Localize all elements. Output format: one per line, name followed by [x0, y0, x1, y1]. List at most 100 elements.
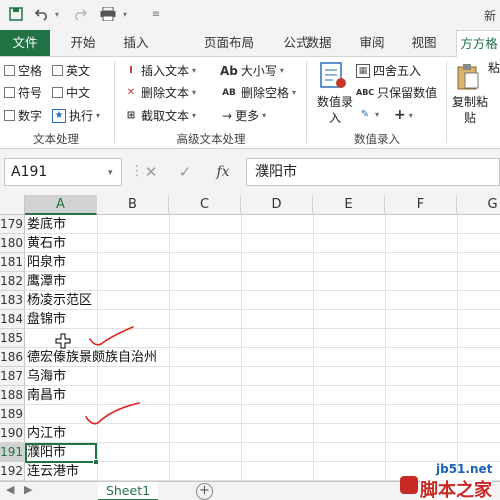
cell-grid[interactable]: 娄底市 黄石市 阳泉市 鹰潭市 杨凌示范区 盘锦市 德宏傣族景颇族自治州 乌海市… [25, 215, 500, 481]
tab-page-layout[interactable]: 页面布局 [196, 30, 262, 56]
more-button[interactable]: → 更多 ▾ [222, 107, 266, 124]
column-header-f[interactable]: F [385, 195, 457, 215]
chevron-down-icon: ▾ [279, 66, 284, 75]
chevron-down-icon: ▾ [192, 88, 197, 97]
copy-paste-button[interactable]: 复制粘贴 [452, 94, 488, 126]
add-sheet-button[interactable]: + [196, 483, 213, 500]
column-header-b[interactable]: B [97, 195, 169, 215]
checkbox-english[interactable]: 英文 [52, 62, 90, 79]
column-header-c[interactable]: C [169, 195, 241, 215]
table-cell[interactable]: 鹰潭市 [27, 272, 66, 291]
group-label-advanced-text: 高级文本处理 [176, 132, 246, 146]
extract-text-button[interactable]: ⊞ 截取文本 ▾ [124, 107, 196, 124]
undo-dropdown-icon[interactable]: ▾ [52, 4, 62, 24]
row-header[interactable]: 186 [0, 348, 25, 367]
name-box[interactable]: A191 [4, 158, 122, 186]
table-cell[interactable]: 娄底市 [27, 215, 66, 234]
select-all-corner[interactable] [0, 195, 25, 215]
formula-bar: A191 ▾ ⋮ ✕ ✓ fx 濮阳市 [0, 149, 500, 195]
tab-view[interactable]: 视图 [406, 30, 442, 56]
tab-data[interactable]: 数据 [299, 30, 339, 56]
cancel-formula-button[interactable]: ✕ [138, 158, 164, 186]
tab-fangfangge[interactable]: 方方格 [456, 30, 500, 57]
row-header[interactable]: 187 [0, 367, 25, 386]
print-dropdown-icon[interactable]: ▾ [120, 4, 130, 24]
table-cell[interactable]: 盘锦市 [27, 310, 66, 329]
annotation-checkmark [89, 326, 134, 346]
tab-home[interactable]: 开始 [60, 30, 106, 56]
case-icon: Ab [220, 63, 238, 78]
delete-text-icon: ✕ [126, 87, 136, 98]
numeric-entry-button[interactable]: 数值录入 [312, 94, 358, 126]
annotation-checkmark [85, 402, 140, 425]
watermark-url: jb51.net [436, 462, 493, 476]
column-header-d[interactable]: D [241, 195, 313, 215]
table-cell[interactable]: 阳泉市 [27, 253, 66, 272]
checkbox-icon [4, 110, 15, 121]
table-cell[interactable]: 连云港市 [27, 462, 79, 481]
row-headers: 179 180 181 182 183 184 185 186 187 188 … [0, 215, 25, 481]
table-cell[interactable]: 黄石市 [27, 234, 66, 253]
column-header-g[interactable]: G [457, 195, 500, 215]
row-header[interactable]: 180 [0, 234, 25, 253]
scroll-right-icon[interactable]: ▶ [24, 483, 32, 496]
add-button[interactable]: + ▾ [394, 107, 413, 123]
print-icon[interactable] [96, 4, 120, 24]
chevron-down-icon: ▾ [375, 109, 380, 119]
ribbon-tabs: 文件 开始 插入 页面布局 公式 数据 审阅 视图 方方格 [0, 30, 500, 57]
row-header[interactable]: 179 [0, 215, 25, 234]
table-cell[interactable]: 杨凌示范区 [27, 291, 92, 310]
row-header[interactable]: 183 [0, 291, 25, 310]
save-icon[interactable] [6, 4, 26, 24]
checkbox-space[interactable]: 空格 [4, 62, 42, 79]
edit-button[interactable]: ✎ ▾ [358, 107, 379, 121]
tab-review[interactable]: 审阅 [352, 30, 392, 56]
row-header[interactable]: 188 [0, 386, 25, 405]
checkbox-symbol[interactable]: 符号 [4, 84, 42, 101]
checkbox-icon [4, 65, 15, 76]
keep-values-button[interactable]: ABC 只保留数值 [356, 84, 437, 101]
tab-file[interactable]: 文件 [0, 30, 50, 56]
confirm-formula-button[interactable]: ✓ [172, 158, 198, 186]
column-header-a[interactable]: A [25, 195, 97, 215]
tab-insert[interactable]: 插入 [114, 30, 158, 56]
row-header[interactable]: 192 [0, 462, 25, 481]
customize-toolbar-icon[interactable]: ≡ [150, 4, 162, 24]
insert-function-button[interactable]: fx [210, 158, 236, 186]
undo-icon[interactable] [32, 4, 52, 24]
case-button[interactable]: Ab 大小写 ▾ [220, 62, 284, 79]
execute-icon: ★ [52, 108, 66, 123]
extract-text-icon: ⊞ [126, 110, 136, 121]
formula-input[interactable]: 濮阳市 [246, 158, 500, 186]
grid-line [25, 252, 500, 253]
row-header-selected[interactable]: 191 [0, 443, 25, 462]
watermark-name: 脚本之家 [420, 476, 492, 500]
row-header[interactable]: 181 [0, 253, 25, 272]
row-header[interactable]: 182 [0, 272, 25, 291]
table-cell[interactable]: 南昌市 [27, 386, 66, 405]
round-button[interactable]: ▦ 四舍五入 [356, 62, 421, 79]
title-bar: ▾ ▾ ≡ 新 [0, 0, 500, 30]
column-header-e[interactable]: E [313, 195, 385, 215]
chevron-down-icon: ▾ [408, 110, 413, 120]
row-header[interactable]: 190 [0, 424, 25, 443]
row-header[interactable]: 189 [0, 405, 25, 424]
delete-text-button[interactable]: ✕ 删除文本 ▾ [124, 84, 196, 101]
paste-extra-label: 粘 [488, 61, 500, 75]
delete-space-button[interactable]: AB 删除空格 ▾ [220, 84, 296, 101]
scroll-left-icon[interactable]: ◀ [6, 483, 14, 496]
name-box-dropdown-icon[interactable]: ▾ [108, 168, 113, 178]
checkbox-number[interactable]: 数字 [4, 107, 42, 124]
sheet-tab-sheet1[interactable]: Sheet1 [98, 482, 158, 500]
checkbox-chinese[interactable]: 中文 [52, 84, 90, 101]
row-header[interactable]: 184 [0, 310, 25, 329]
table-cell[interactable]: 内江市 [27, 424, 66, 443]
fill-handle[interactable] [93, 459, 99, 465]
table-cell[interactable]: 乌海市 [27, 367, 66, 386]
insert-text-button[interactable]: I 插入文本 ▾ [124, 62, 196, 79]
arrow-right-icon: → [222, 108, 233, 123]
chevron-down-icon: ▾ [292, 88, 297, 97]
row-header[interactable]: 185 [0, 329, 25, 348]
execute-button[interactable]: ★ 执行 ▾ [52, 107, 100, 124]
redo-icon[interactable] [70, 4, 90, 24]
